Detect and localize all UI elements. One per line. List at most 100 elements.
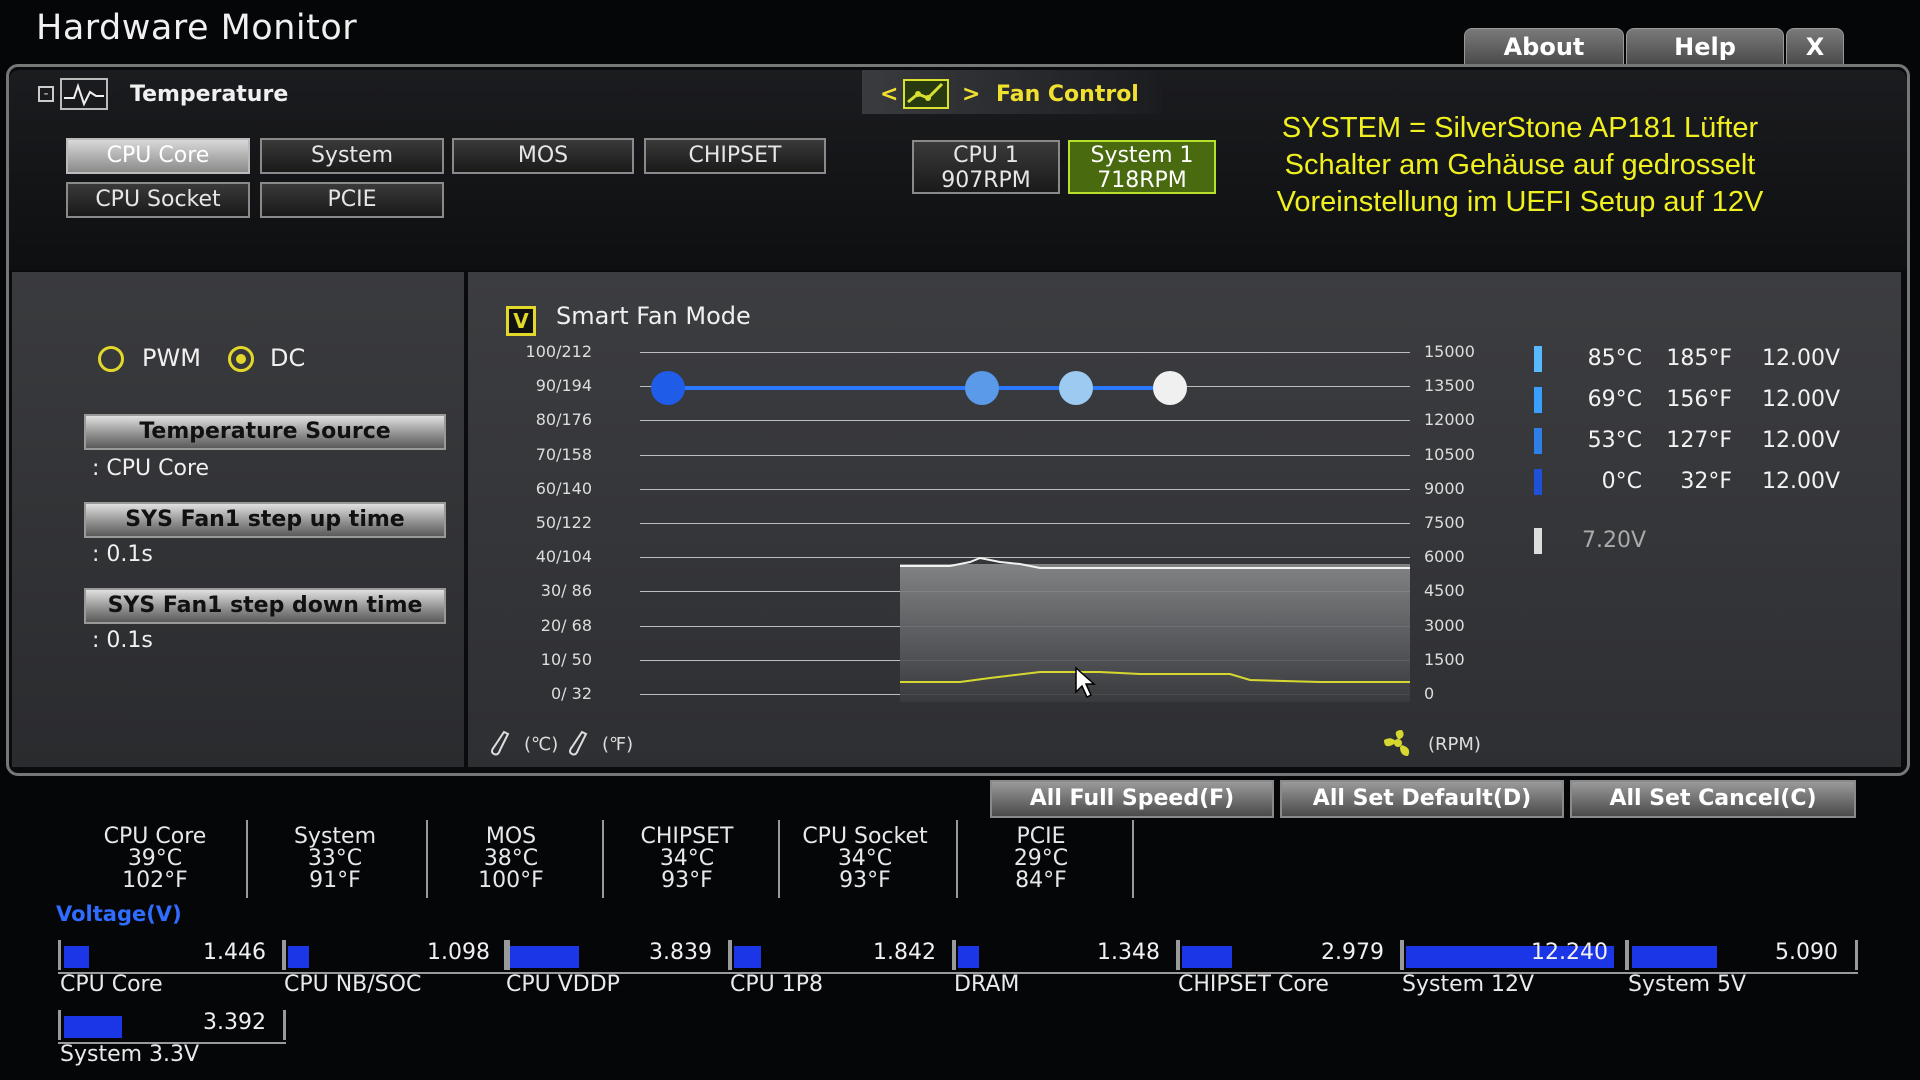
fan-name: System 1 xyxy=(1090,143,1194,168)
help-button[interactable]: Help xyxy=(1626,28,1784,65)
fan-rpm: 718RPM xyxy=(1097,168,1187,193)
gridline xyxy=(640,455,1410,456)
next-arrow[interactable]: > xyxy=(962,82,980,107)
voltage-fill xyxy=(64,946,89,968)
voltage-value: 1.098 xyxy=(427,940,490,965)
tab-chipset[interactable]: CHIPSET xyxy=(644,138,826,174)
right-tick-label: 10500 xyxy=(1424,445,1475,464)
current-voltage-bar xyxy=(1534,528,1542,554)
dc-label: DC xyxy=(270,344,306,372)
history-lines xyxy=(900,556,1410,683)
fan-cpu1-button[interactable]: CPU 1 907RPM xyxy=(912,140,1060,194)
bar-bracket xyxy=(1626,940,1629,970)
legend-color-bar xyxy=(1534,387,1542,413)
voltage-label: DRAM xyxy=(954,972,1020,997)
tab-system[interactable]: System xyxy=(260,138,444,174)
collapse-icon[interactable]: - xyxy=(38,86,54,102)
temp-readout: CHIPSET 34°C 93°F xyxy=(602,826,772,892)
left-tick-label: 90/194 xyxy=(535,376,592,395)
smart-fan-checkbox[interactable]: V xyxy=(506,306,536,336)
step-down-time-button[interactable]: SYS Fan1 step down time xyxy=(84,588,446,624)
right-tick-label: 15000 xyxy=(1424,342,1475,361)
curve-point-69c-icon[interactable] xyxy=(1059,371,1093,405)
voltage-fill xyxy=(64,1016,122,1038)
step-down-time-value: : 0.1s xyxy=(92,628,153,653)
temp-fahrenheit: 93°F xyxy=(839,868,891,893)
voltage-bar: 5.090 xyxy=(1626,940,1858,974)
voltage-value: 2.979 xyxy=(1321,940,1384,965)
temp-separator xyxy=(246,820,248,898)
fan-control-icon xyxy=(903,79,949,109)
annotation-line: Voreinstellung im UEFI Setup auf 12V xyxy=(1276,186,1764,218)
left-tick-label: 80/176 xyxy=(535,410,592,429)
legend-celsius: 69°C xyxy=(1587,387,1642,412)
temp-fahrenheit: 100°F xyxy=(478,868,544,893)
right-tick-label: 1500 xyxy=(1424,650,1465,669)
temp-separator xyxy=(1132,820,1134,898)
thermometer-f-icon xyxy=(569,730,588,756)
unit-rpm: (RPM) xyxy=(1428,734,1481,755)
fan-rpm: 907RPM xyxy=(941,168,1031,193)
bar-bracket xyxy=(952,940,955,970)
temp-celsius: 29°C xyxy=(1013,846,1069,871)
legend-celsius: 85°C xyxy=(1587,346,1642,371)
voltage-value: 1.446 xyxy=(203,940,266,965)
unit-celsius: (℃) xyxy=(524,734,559,755)
pwm-radio[interactable] xyxy=(98,346,124,372)
voltage-fill xyxy=(958,946,979,968)
tab-mos[interactable]: MOS xyxy=(452,138,634,174)
voltage-fill xyxy=(1632,946,1717,968)
temp-readout: System 33°C 91°F xyxy=(250,826,420,892)
temp-readout: CPU Core 39°C 102°F xyxy=(70,826,240,892)
all-full-speed-button[interactable]: All Full Speed(F) xyxy=(990,780,1274,818)
right-tick-label: 4500 xyxy=(1424,581,1465,600)
left-tick-label: 20/ 68 xyxy=(540,616,592,635)
close-button[interactable]: X xyxy=(1786,28,1844,65)
bar-bracket xyxy=(58,940,61,970)
dc-radio[interactable] xyxy=(228,346,254,372)
right-tick-label: 7500 xyxy=(1424,513,1465,532)
fan-curve xyxy=(651,371,1187,405)
voltage-value: 1.348 xyxy=(1097,940,1160,965)
curve-point-85c-icon[interactable] xyxy=(1153,371,1187,405)
tab-pcie[interactable]: PCIE xyxy=(260,182,444,218)
fan-system1-button[interactable]: System 1 718RPM xyxy=(1068,140,1216,194)
about-button[interactable]: About xyxy=(1464,28,1624,65)
legend-color-bar xyxy=(1534,469,1542,495)
all-set-default-button[interactable]: All Set Default(D) xyxy=(1280,780,1564,818)
left-tick-label: 100/212 xyxy=(525,342,592,361)
bar-bracket xyxy=(282,940,285,970)
right-tick-label: 12000 xyxy=(1424,410,1475,429)
curve-point-0c-icon[interactable] xyxy=(651,371,685,405)
annotation-overlay: SYSTEM = SilverStone AP181 Lüfter Schalt… xyxy=(1240,110,1800,221)
left-tick-label: 30/ 86 xyxy=(540,581,592,600)
prev-arrow[interactable]: < xyxy=(880,82,898,107)
temp-celsius: 34°C xyxy=(837,846,893,871)
voltage-label: CPU Core xyxy=(60,972,163,997)
temp-celsius: 34°C xyxy=(659,846,715,871)
voltage-title: Voltage(V) xyxy=(56,902,182,926)
voltage-value: 3.839 xyxy=(649,940,712,965)
legend-celsius: 0°C xyxy=(1601,469,1642,494)
annotation-line: SYSTEM = SilverStone AP181 Lüfter xyxy=(1281,112,1759,144)
gridline xyxy=(640,489,1410,490)
curve-point-53c-icon[interactable] xyxy=(965,371,999,405)
temp-readout: MOS 38°C 100°F xyxy=(426,826,596,892)
gridline xyxy=(640,420,1410,421)
app-title: Hardware Monitor xyxy=(36,8,358,48)
tab-cpu-socket[interactable]: CPU Socket xyxy=(66,182,250,218)
gridline xyxy=(640,523,1410,524)
voltage-fill xyxy=(510,946,579,968)
temp-fahrenheit: 102°F xyxy=(122,868,188,893)
temperature-source-button[interactable]: Temperature Source xyxy=(84,414,446,450)
step-up-time-button[interactable]: SYS Fan1 step up time xyxy=(84,502,446,538)
all-set-cancel-button[interactable]: All Set Cancel(C) xyxy=(1570,780,1856,818)
fan-control-label: Fan Control xyxy=(996,82,1139,107)
tab-cpu-core[interactable]: CPU Core xyxy=(66,138,250,174)
voltage-bar: 1.348 xyxy=(952,940,1180,974)
voltage-value: 3.392 xyxy=(203,1010,266,1035)
bar-bracket xyxy=(58,1010,61,1040)
legend-voltage: 12.00V xyxy=(1761,428,1840,453)
legend-fahrenheit: 127°F xyxy=(1666,428,1732,453)
bar-bracket xyxy=(283,1010,286,1040)
